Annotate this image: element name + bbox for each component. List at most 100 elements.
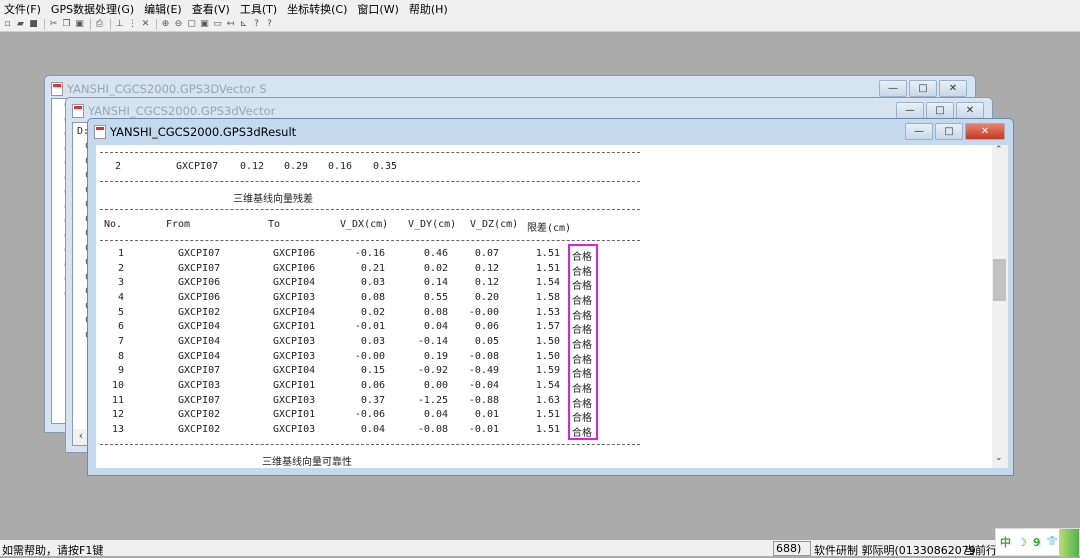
ime-bar: [1059, 529, 1079, 557]
column-header: From: [166, 219, 191, 230]
tool3-icon[interactable]: ✕: [140, 19, 151, 30]
cut-icon[interactable]: ✂: [48, 19, 59, 30]
close-button[interactable]: ✕: [956, 102, 984, 119]
toolbar-separator: [156, 18, 157, 30]
menu-item[interactable]: 工具(T): [240, 1, 277, 17]
zoom-in-icon[interactable]: ⊕: [160, 19, 171, 30]
window-title: YANSHI_CGCS2000.GPS3dResult: [110, 125, 297, 139]
cell-to: GXCPI03: [273, 394, 316, 406]
save-icon[interactable]: ■: [28, 19, 39, 30]
close-button[interactable]: ✕: [939, 80, 967, 97]
zoom-all-icon[interactable]: ▣: [199, 19, 210, 30]
separator-line: [100, 240, 640, 241]
cell-vdz: 0.12: [474, 277, 499, 289]
ime-chinese[interactable]: 中: [1000, 534, 1011, 550]
cell-vdy: 0.19: [423, 350, 448, 362]
menu-item[interactable]: 窗口(W): [357, 1, 398, 17]
context-help-icon[interactable]: ?: [264, 19, 275, 30]
cell-vdx: 0.03: [360, 277, 385, 289]
cell-from: GXCPI06: [178, 291, 221, 303]
cell-to: GXCPI04: [273, 277, 316, 289]
cell-from: GXCPI06: [178, 277, 221, 289]
cell-no: 7: [117, 335, 124, 347]
cell-from: GXCPI02: [178, 423, 221, 435]
cell-from: GXCPI07: [178, 394, 221, 406]
menu-item[interactable]: 查看(V): [192, 1, 230, 17]
maximize-button[interactable]: □: [926, 102, 954, 119]
column-header: To: [268, 219, 281, 230]
open-icon[interactable]: ▰: [15, 19, 26, 30]
ime-toolbar[interactable]: 中 ☽ 9 👕: [995, 528, 1080, 557]
tool2-icon[interactable]: ⋮: [127, 19, 138, 30]
minimize-button[interactable]: —: [896, 102, 924, 119]
toolbar-separator: [110, 18, 111, 30]
cell-vdz: -0.88: [468, 394, 499, 406]
vertical-scrollbar[interactable]: ⌃ ⌄: [992, 145, 1008, 468]
cell-to: GXCPI03: [273, 291, 316, 303]
axis-icon[interactable]: ⊾: [238, 19, 249, 30]
maximize-button[interactable]: □: [909, 80, 937, 97]
pan-icon[interactable]: ▭: [212, 19, 223, 30]
cell-no: 13: [111, 423, 124, 435]
cell-no: 2: [117, 262, 124, 274]
zoom-out-icon[interactable]: ⊖: [173, 19, 184, 30]
menu-item[interactable]: 文件(F): [4, 1, 41, 17]
cell-vdx: -0.16: [354, 248, 385, 259]
cell-limit: 1.51: [535, 248, 560, 259]
help-icon[interactable]: ?: [251, 19, 262, 30]
scroll-up-icon[interactable]: ⌃: [995, 145, 1003, 155]
cell-limit: 1.51: [535, 423, 560, 435]
measure-icon[interactable]: ↤: [225, 19, 236, 30]
cell-limit: 1.54: [535, 277, 560, 289]
minimize-button[interactable]: —: [905, 123, 933, 140]
close-button[interactable]: ✕: [965, 123, 1005, 140]
cell-to: GXCPI03: [273, 423, 316, 435]
cell-vdz: -0.01: [468, 423, 499, 435]
cell-no: 8: [117, 350, 124, 362]
cell-limit: 1.51: [535, 409, 560, 421]
copy-icon[interactable]: ❐: [61, 19, 72, 30]
status-pane: 688): [773, 541, 811, 556]
zoom-box-icon[interactable]: ▢: [186, 19, 197, 30]
prev-row-cell: 2: [115, 161, 122, 172]
menu-item[interactable]: 帮助(H): [409, 1, 448, 17]
paste-icon[interactable]: ▣: [74, 19, 85, 30]
menu-item[interactable]: 坐标转换(C): [287, 1, 347, 17]
cell-from: GXCPI03: [178, 379, 221, 391]
tool1-icon[interactable]: ⊥: [114, 19, 125, 30]
column-header: V_DZ(cm): [470, 219, 519, 230]
column-header: 限差(cm): [527, 223, 572, 234]
cell-vdx: 0.02: [360, 306, 385, 318]
cell-to: GXCPI01: [273, 379, 316, 391]
status-bar: 如需帮助，请按F1键 688) 软件研制 郭际明(01330862079 当前行: [0, 540, 1080, 557]
prev-row-cell: 0.29: [284, 161, 309, 172]
scroll-down-icon[interactable]: ⌄: [995, 453, 1003, 463]
new-icon[interactable]: ▫: [2, 19, 13, 30]
window-title: YANSHI_CGCS2000.GPS3DVector S: [67, 82, 267, 96]
minimize-button[interactable]: —: [879, 80, 907, 97]
maximize-button[interactable]: □: [935, 123, 963, 140]
scroll-thumb[interactable]: [993, 259, 1006, 301]
cell-to: GXCPI04: [273, 365, 316, 377]
print-icon[interactable]: ⎙: [94, 19, 105, 30]
cell-to: GXCPI01: [273, 321, 316, 333]
moon-icon[interactable]: ☽: [1017, 536, 1027, 549]
cell-to: GXCPI06: [273, 262, 316, 274]
menu-item[interactable]: 编辑(E): [144, 1, 182, 17]
column-header: V_DY(cm): [408, 219, 457, 230]
cell-vdy: -0.14: [417, 335, 448, 347]
cell-from: GXCPI07: [178, 248, 221, 259]
cell-to: GXCPI03: [273, 335, 316, 347]
separator-line: [100, 152, 640, 153]
cell-vdz: 0.06: [474, 321, 499, 333]
cell-limit: 1.57: [535, 321, 560, 333]
cell-vdz: -0.49: [468, 365, 499, 377]
menu-item[interactable]: GPS数据处理(G): [51, 1, 134, 17]
skin-icon[interactable]: 👕: [1047, 537, 1058, 547]
cell-from: GXCPI04: [178, 350, 221, 362]
punctuation-icon[interactable]: 9: [1033, 536, 1041, 549]
cell-from: GXCPI02: [178, 409, 221, 421]
cell-to: GXCPI06: [273, 248, 316, 259]
column-header: V_DX(cm): [340, 219, 389, 230]
cell-no: 11: [111, 394, 124, 406]
